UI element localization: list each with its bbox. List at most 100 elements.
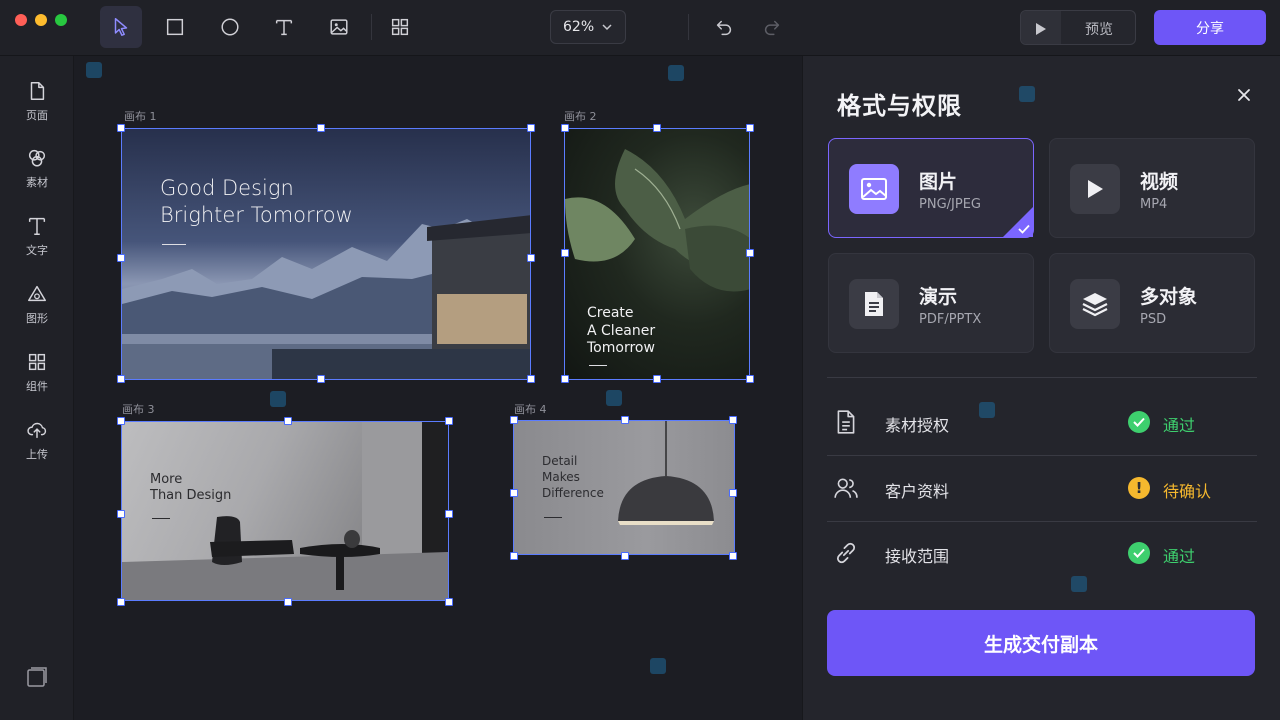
layers-panel-icon[interactable] xyxy=(26,666,48,688)
resize-handle[interactable] xyxy=(527,375,535,383)
resize-handle[interactable] xyxy=(117,124,125,132)
format-card-multi-object[interactable]: 多对象 PSD xyxy=(1049,253,1255,353)
resize-handle[interactable] xyxy=(117,598,125,606)
select-tool-button[interactable] xyxy=(100,6,142,48)
resize-handle[interactable] xyxy=(561,124,569,132)
generate-delivery-copy-button[interactable]: 生成交付副本 xyxy=(827,610,1255,676)
rectangle-tool-button[interactable] xyxy=(154,6,196,48)
format-sub: PSD xyxy=(1140,312,1167,327)
sidebar-item-assets[interactable]: 素材 xyxy=(0,147,74,203)
format-card-presentation[interactable]: 演示 PDF/PPTX xyxy=(828,253,1034,353)
preview-play[interactable] xyxy=(1021,11,1061,44)
resize-handle[interactable] xyxy=(621,552,629,560)
rectangle-icon xyxy=(166,18,184,36)
panel-title: 格式与权限 xyxy=(837,92,962,120)
resize-handle[interactable] xyxy=(510,489,518,497)
sidebar-item-components[interactable]: 组件 xyxy=(0,351,74,407)
image-icon xyxy=(330,19,348,35)
resize-handle[interactable] xyxy=(729,552,737,560)
resize-handle[interactable] xyxy=(317,124,325,132)
window-maximize-button[interactable] xyxy=(55,14,67,26)
frame-label: 画布 4 xyxy=(514,403,547,416)
sidebar-item-upload[interactable]: 上传 xyxy=(0,419,74,475)
resize-handle[interactable] xyxy=(527,124,535,132)
design-app: 62% 预览 分享 页面 素材 文字 图形 组件 上传 画布 1 Good De… xyxy=(0,0,1280,720)
preview-button[interactable]: 预览 xyxy=(1020,10,1136,45)
window-close-button[interactable] xyxy=(15,14,27,26)
redo-button[interactable] xyxy=(751,6,793,48)
top-toolbar: 62% 预览 分享 xyxy=(0,0,1280,56)
resize-handle[interactable] xyxy=(653,375,661,383)
sidebar-item-pages[interactable]: 页面 xyxy=(0,80,74,136)
zoom-select[interactable]: 62% xyxy=(550,10,626,44)
grid-icon xyxy=(391,18,409,36)
circle-icon xyxy=(221,18,239,36)
canvas-frame-2[interactable]: Create A Cleaner Tomorrow xyxy=(564,128,750,380)
resize-handle[interactable] xyxy=(746,124,754,132)
resize-handle[interactable] xyxy=(117,375,125,383)
sidebar-item-text[interactable]: 文字 xyxy=(0,215,74,271)
resize-handle[interactable] xyxy=(510,552,518,560)
sidebar-item-label: 图形 xyxy=(26,312,48,325)
resize-handle[interactable] xyxy=(510,416,518,424)
format-name: 视频 xyxy=(1140,171,1179,193)
watermark-icon xyxy=(668,65,684,81)
resize-handle[interactable] xyxy=(445,598,453,606)
window-minimize-button[interactable] xyxy=(35,14,47,26)
chevron-down-icon xyxy=(602,24,612,31)
ellipse-tool-button[interactable] xyxy=(209,6,251,48)
mountain-house-image xyxy=(122,215,530,379)
resize-handle[interactable] xyxy=(746,249,754,257)
permission-label: 素材授权 xyxy=(885,416,950,435)
text-icon xyxy=(28,217,46,235)
canvas-frame-4[interactable]: Detail Makes Difference xyxy=(513,420,735,555)
resize-handle[interactable] xyxy=(117,417,125,425)
resize-handle[interactable] xyxy=(317,375,325,383)
image-icon xyxy=(849,164,899,214)
preview-label: 预览 xyxy=(1085,21,1113,38)
layers-icon xyxy=(1070,279,1120,329)
format-name: 演示 xyxy=(919,286,958,308)
image-tool-button[interactable] xyxy=(318,6,360,48)
frame-4-text: Detail Makes Difference xyxy=(542,454,604,500)
resize-handle[interactable] xyxy=(117,510,125,518)
resize-handle[interactable] xyxy=(445,510,453,518)
format-sub: MP4 xyxy=(1140,197,1168,212)
resize-handle[interactable] xyxy=(284,598,292,606)
frame-4-dash xyxy=(544,517,562,518)
resize-handle[interactable] xyxy=(729,416,737,424)
left-sidebar: 页面 素材 文字 图形 组件 上传 xyxy=(0,56,74,720)
resize-handle[interactable] xyxy=(117,254,125,262)
assets-icon xyxy=(28,149,46,167)
resize-handle[interactable] xyxy=(653,124,661,132)
watermark-icon xyxy=(1071,576,1087,592)
check-circle-icon xyxy=(1128,542,1150,564)
format-sub: PNG/JPEG xyxy=(919,197,981,212)
design-canvas[interactable]: 画布 1 Good Design Brighter Tomorrow 画布 2 xyxy=(74,56,802,720)
watermark-icon xyxy=(650,658,666,674)
document-icon xyxy=(837,410,855,434)
text-tool-button[interactable] xyxy=(263,6,305,48)
components-tool-button[interactable] xyxy=(379,6,421,48)
format-card-image[interactable]: 图片 PNG/JPEG xyxy=(828,138,1034,238)
frame-2-text: Create A Cleaner Tomorrow xyxy=(587,305,656,356)
close-icon[interactable] xyxy=(1235,86,1253,104)
resize-handle[interactable] xyxy=(746,375,754,383)
upload-icon xyxy=(27,422,47,439)
canvas-frame-3[interactable]: More Than Design xyxy=(121,421,449,601)
canvas-frame-1[interactable]: Good Design Brighter Tomorrow xyxy=(121,128,531,380)
resize-handle[interactable] xyxy=(561,249,569,257)
resize-handle[interactable] xyxy=(445,417,453,425)
frame-label: 画布 1 xyxy=(124,110,157,123)
format-card-video[interactable]: 视频 MP4 xyxy=(1049,138,1255,238)
resize-handle[interactable] xyxy=(527,254,535,262)
resize-handle[interactable] xyxy=(621,416,629,424)
sidebar-item-label: 文字 xyxy=(26,244,48,257)
resize-handle[interactable] xyxy=(561,375,569,383)
share-button[interactable]: 分享 xyxy=(1154,10,1266,45)
watermark-icon xyxy=(606,390,622,406)
sidebar-item-shapes[interactable]: 图形 xyxy=(0,283,74,339)
resize-handle[interactable] xyxy=(284,417,292,425)
resize-handle[interactable] xyxy=(729,489,737,497)
undo-button[interactable] xyxy=(703,6,745,48)
